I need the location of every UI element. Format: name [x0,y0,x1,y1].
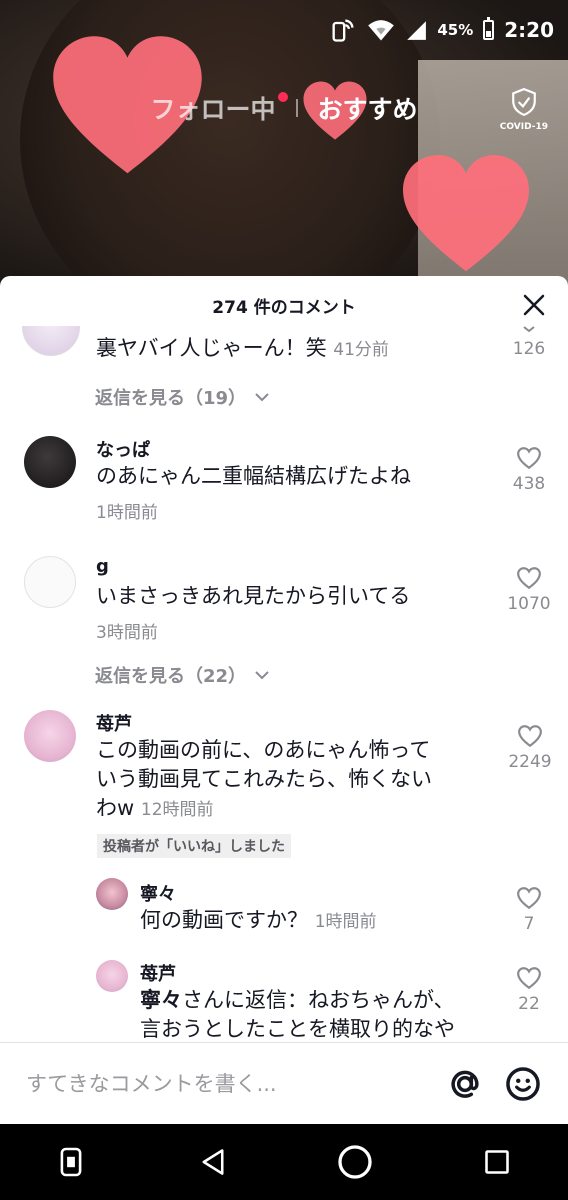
comment-text-line: この動画の前に、のあにゃん怖って [96,738,431,762]
comment-text: この動画の前に、のあにゃん怖って いう動画見てこれみたら、怖くない わw 12時… [96,736,432,825]
home-button[interactable] [330,1137,380,1187]
view-replies-label: 返信を見る（22） [95,666,247,687]
comment-text: のあにゃん二重幅結構広げたよね [96,464,411,488]
avatar[interactable] [96,960,128,992]
screen-rotate-button[interactable] [46,1137,96,1187]
wifi-icon [368,20,395,41]
battery-icon [483,17,495,40]
like-button[interactable]: 1070 [504,566,554,614]
comment-text: いまさっきあれ見たから引いてる [96,584,411,608]
like-count: 7 [523,914,535,934]
status-bar: 45% 2:20 [0,0,568,60]
comment-time: 41分前 [333,340,389,360]
avatar[interactable] [22,326,80,356]
reply-text-body: さんに返信：ねおちゃんが、 [182,988,455,1012]
avatar[interactable] [24,710,76,762]
comment-text-line: わw [96,796,135,820]
battery-percent: 45% [437,21,474,39]
comment-item: 裏ヤバイ人じゃーん！笑 41分前 126 返信を見る（19） [0,326,568,436]
heart-outline-icon [517,447,541,470]
reply-item: 苺芦 寧々さんに返信：ねおちゃんが、 言おうとしたことを横取り的なや 22 [0,958,568,1044]
nfc-icon [332,19,354,42]
comment-text-line: いう動画見てこれみたら、怖くない [96,767,432,791]
reply-author[interactable]: 寧々 [140,880,176,906]
avatar[interactable] [24,556,76,608]
covid-label: COVID-19 [499,122,548,132]
tab-recommended[interactable]: おすすめ [318,90,418,126]
home-icon [338,1145,372,1179]
clock: 2:20 [504,18,554,42]
heart-outline-icon [517,967,541,990]
like-count: 22 [518,994,540,1014]
comment-text: 裏ヤバイ人じゃーん！笑 41分前 [96,334,389,365]
view-replies-link[interactable]: 返信を見る（22） [95,662,270,688]
comment-count-title: 274 件のコメント [212,297,356,318]
heart-outline-icon [517,887,541,910]
shield-icon [512,87,536,117]
emoji-icon[interactable] [504,1065,542,1103]
recents-icon [485,1150,509,1174]
like-count: 126 [512,339,546,359]
new-dot-badge [277,92,288,102]
view-replies-label: 返信を見る（19） [95,388,247,409]
recents-button[interactable] [472,1137,522,1187]
comment-time: 1時間前 [96,503,158,523]
comment-author[interactable]: なっぱ [96,436,150,462]
comment-list[interactable]: 裏ヤバイ人じゃーん！笑 41分前 126 返信を見る（19） なっぱ のあにゃん… [0,326,568,1044]
reply-text-line: 言おうとしたことを横取り的なや [140,1017,455,1041]
like-count: 1070 [507,594,551,614]
tab-separator [295,99,298,117]
heart-sticker [403,155,529,272]
chevron-down-icon [255,671,269,680]
comment-input[interactable] [26,1071,426,1096]
screen-rotate-icon [60,1147,82,1177]
reply-author[interactable]: 苺芦 [140,960,176,986]
heart-outline-icon [518,725,542,748]
comment-time: 3時間前 [96,623,158,643]
comment-input-bar [0,1042,568,1124]
like-button[interactable]: 438 [504,446,554,494]
comment-author[interactable]: 苺芦 [96,710,132,736]
reply-text: 何の動画ですか？ 1時間前 [140,906,377,937]
reply-time: 1時間前 [314,912,377,932]
close-icon[interactable] [522,293,546,317]
like-button[interactable]: 22 [504,966,554,1014]
avatar[interactable] [24,436,76,488]
like-button[interactable]: 7 [504,886,554,934]
back-button[interactable] [188,1137,238,1187]
like-button[interactable]: 126 [504,326,554,359]
like-count: 438 [512,474,546,494]
covid-info-button[interactable]: COVID-19 [499,87,548,132]
chevron-down-icon [523,326,535,333]
mention-icon[interactable] [446,1065,484,1103]
tab-following[interactable]: フォロー中 [150,90,288,126]
heart-outline-icon [517,567,541,590]
comment-sheet: 274 件のコメント 裏ヤバイ人じゃーん！笑 41分前 126 返信を見る（19… [0,276,568,1124]
reply-text: 寧々さんに返信：ねおちゃんが、 言おうとしたことを横取り的なや [140,986,455,1044]
comment-item: g いまさっきあれ見たから引いてる 3時間前 1070 返信を見る（22） [0,552,568,702]
system-nav-bar [0,1124,568,1200]
avatar[interactable] [96,878,128,910]
view-replies-link[interactable]: 返信を見る（19） [95,384,270,410]
reply-item: 寧々 何の動画ですか？ 1時間前 7 [0,878,568,958]
reply-mention[interactable]: 寧々 [140,988,182,1012]
creator-liked-badge: 投稿者が「いいね」しました [97,834,291,858]
like-button[interactable]: 2249 [498,724,562,772]
comment-item: なっぱ のあにゃん二重幅結構広げたよね 1時間前 438 [0,432,568,552]
back-icon [202,1149,224,1175]
feed-tabs: フォロー中 おすすめ [0,86,568,130]
like-count: 2249 [508,752,552,772]
comment-item: 苺芦 この動画の前に、のあにゃん怖って いう動画見てこれみたら、怖くない わw … [0,710,568,870]
comment-text-body: 裏ヤバイ人じゃーん！笑 [96,336,327,360]
reply-text-body: 何の動画ですか？ [140,908,308,932]
comment-author[interactable]: g [96,556,109,577]
comment-time: 12時間前 [140,800,214,820]
tab-following-label: フォロー中 [150,95,276,124]
chevron-down-icon [255,393,269,402]
signal-icon [407,21,427,40]
